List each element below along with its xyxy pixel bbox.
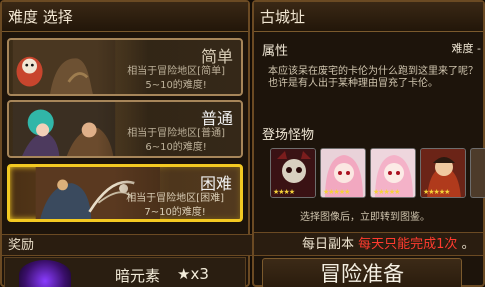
difficulty-hard-label: 困难 xyxy=(199,174,232,193)
difficulty-easy-label: 简单 xyxy=(200,47,233,66)
monster-1-stars: ★★★★ xyxy=(273,188,295,196)
reward-header: 奖励 xyxy=(2,234,252,256)
stage-description: 本应该呆在废宅的卡伦为什么跑到这里来了呢？也许是有人出于某种理由冒充了卡伦。 xyxy=(268,66,478,89)
difficulty-normal-card[interactable]: 普通 相当于冒险地区[普通] 6~10的难度! xyxy=(7,100,243,158)
adventure-prepare-button[interactable]: 冒险准备 xyxy=(262,258,462,287)
difficulty-panel: 难度 选择 简单 相当于冒险地区[简单] 5~10的难度! 普通 相当于冒险地区… xyxy=(0,0,252,287)
difficulty-header: 难度 选择 xyxy=(2,2,248,32)
daily-suffix: 。 xyxy=(461,237,475,252)
stage-info-panel: 古城址 属性 难度 - 本应该呆在废宅的卡伦为什么跑到这里来了呢？也许是有人出于… xyxy=(252,0,485,287)
monster-4-stars: ★★★★★ xyxy=(423,188,450,196)
daily-highlight: 每天只能完成1次 xyxy=(358,237,458,252)
difficulty-easy-desc: 相当于冒险地区[简单] 5~10的难度! xyxy=(127,66,225,91)
monster-card-2[interactable]: ★★★★★ xyxy=(320,148,366,198)
monster-section-label: 登场怪物 xyxy=(262,128,315,143)
monster-card-4[interactable]: ★★★★★ xyxy=(420,148,466,198)
stage-title: 古城址 xyxy=(254,2,483,32)
attribute-label: 属性 xyxy=(262,44,289,59)
monster-2-stars: ★★★★★ xyxy=(323,188,350,196)
daily-dungeon-banner: 每日副本 每天只能完成1次 。 xyxy=(254,232,483,256)
monster-card-5-partial[interactable] xyxy=(470,148,485,198)
difficulty-normal-desc: 相当于冒险地区[普通] 6~10的难度! xyxy=(127,128,225,153)
reward-item-count: ★x3 xyxy=(177,265,209,283)
daily-prefix: 每日副本 xyxy=(302,237,355,252)
difficulty-easy-card[interactable]: 简单 相当于冒险地区[简单] 5~10的难度! xyxy=(7,38,243,96)
monster-card-3[interactable]: ★★★★★ xyxy=(370,148,416,198)
monster-hint: 选择图像后，立即转到图鉴。 xyxy=(300,212,430,223)
difficulty-indicator: 难度 - xyxy=(451,42,481,55)
reward-item-row: 暗元素 ★x3 xyxy=(4,257,246,287)
monster-card-1[interactable]: ★★★★ xyxy=(270,148,316,198)
dark-element-icon xyxy=(19,260,71,287)
difficulty-normal-label: 普通 xyxy=(200,109,233,128)
difficulty-hard-desc: 相当于冒险地区[困难] 7~10的难度! xyxy=(126,193,224,218)
difficulty-hard-card[interactable]: 困难 相当于冒险地区[困难] 7~10的难度! xyxy=(7,164,243,222)
monster-3-stars: ★★★★★ xyxy=(373,188,400,196)
reward-item-name: 暗元素 xyxy=(115,267,161,285)
